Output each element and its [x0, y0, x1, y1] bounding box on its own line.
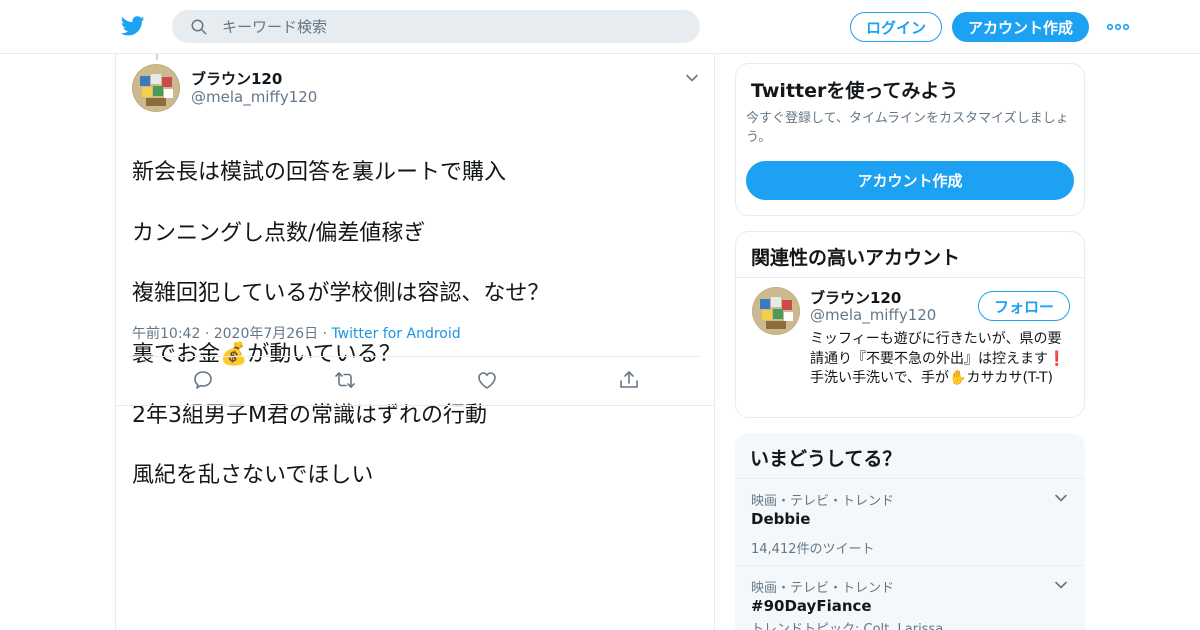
- follow-button[interactable]: フォロー: [978, 291, 1070, 321]
- share-icon[interactable]: [617, 368, 641, 392]
- divider: [736, 277, 1084, 278]
- search-input[interactable]: [222, 10, 682, 43]
- signup-card-description: 今すぐ登録して、タイムラインをカスタマイズしましょう。: [746, 111, 1069, 145]
- search-icon: [191, 19, 207, 35]
- tweet-date[interactable]: 2020年7月26日: [214, 326, 318, 342]
- trend-category: 映画・テレビ・トレンド: [751, 494, 895, 509]
- tweet-text-line: カンニングし点数/偏差値稼ぎ: [132, 220, 426, 246]
- signup-card-title: Twitterを使ってみよう: [751, 80, 959, 102]
- avatar[interactable]: [132, 64, 180, 112]
- top-navigation-bar: ログイン アカウント作成: [0, 0, 1200, 54]
- tweet-detail: ブラウン120 @mela_miffy120 新会長は模試の回答を裏ルートで購入…: [115, 54, 715, 630]
- chevron-down-icon[interactable]: [1053, 490, 1069, 506]
- signup-card: Twitterを使ってみよう 今すぐ登録して、タイムラインをカスタマイズしましょ…: [735, 63, 1085, 216]
- tweet-author-name[interactable]: ブラウン120: [191, 68, 282, 89]
- trend-name[interactable]: Debbie: [751, 510, 810, 528]
- trend-name[interactable]: #90DayFiance: [751, 597, 872, 615]
- like-icon[interactable]: [475, 368, 499, 392]
- meta-separator: ·: [204, 326, 214, 342]
- divider: [116, 405, 714, 406]
- chevron-down-icon[interactable]: [684, 70, 700, 86]
- related-accounts-card: 関連性の高いアカウント ブラウン120 @mela_miffy120 フォロー …: [735, 231, 1085, 418]
- chevron-down-icon[interactable]: [1053, 577, 1069, 593]
- avatar[interactable]: [752, 287, 800, 335]
- thread-connector: [156, 54, 158, 60]
- tweet-author-handle[interactable]: @mela_miffy120: [191, 88, 317, 106]
- related-accounts-title: 関連性の高いアカウント: [751, 247, 961, 269]
- tweet-actions: [116, 368, 716, 398]
- reply-icon[interactable]: [191, 368, 215, 392]
- twitter-bird-icon[interactable]: [120, 14, 146, 38]
- retweet-icon[interactable]: [333, 368, 357, 392]
- related-account-name[interactable]: ブラウン120: [810, 287, 901, 308]
- trend-count: トレンドトピック: Colt, Larissa: [751, 622, 944, 630]
- trend-count: 14,412件のツイート: [751, 542, 875, 557]
- signup-button[interactable]: アカウント作成: [952, 12, 1089, 42]
- more-icon[interactable]: [1106, 18, 1130, 36]
- search-bar: [172, 10, 700, 43]
- tweet-source-link[interactable]: Twitter for Android: [331, 326, 460, 342]
- tweet-metadata: 午前10:42 · 2020年7月26日 · Twitter for Andro…: [132, 323, 461, 343]
- related-account-bio: ミッフィーも遊びに行きたいが、県の要請通り『不要不急の外出』は控えます❗ 手洗い…: [810, 331, 1066, 386]
- tweet-text-line: 新会長は模試の回答を裏ルートで購入: [132, 160, 507, 186]
- related-account-handle[interactable]: @mela_miffy120: [810, 306, 936, 324]
- tweet-time[interactable]: 午前10:42: [132, 326, 200, 342]
- trends-title: いまどうしてる？: [750, 448, 902, 470]
- divider: [735, 478, 1085, 479]
- tweet-text-line: 風紀を乱さないでほしい: [132, 463, 374, 489]
- trends-card: いまどうしてる？ 映画・テレビ・トレンド Debbie 14,412件のツイート…: [735, 433, 1085, 630]
- login-button[interactable]: ログイン: [850, 12, 942, 42]
- create-account-button[interactable]: アカウント作成: [746, 161, 1074, 200]
- divider: [735, 565, 1085, 566]
- divider: [130, 356, 700, 357]
- tweet-text-line: 複雑回犯しているが学校側は容認、なせ？: [132, 281, 550, 307]
- trend-category: 映画・テレビ・トレンド: [751, 581, 895, 596]
